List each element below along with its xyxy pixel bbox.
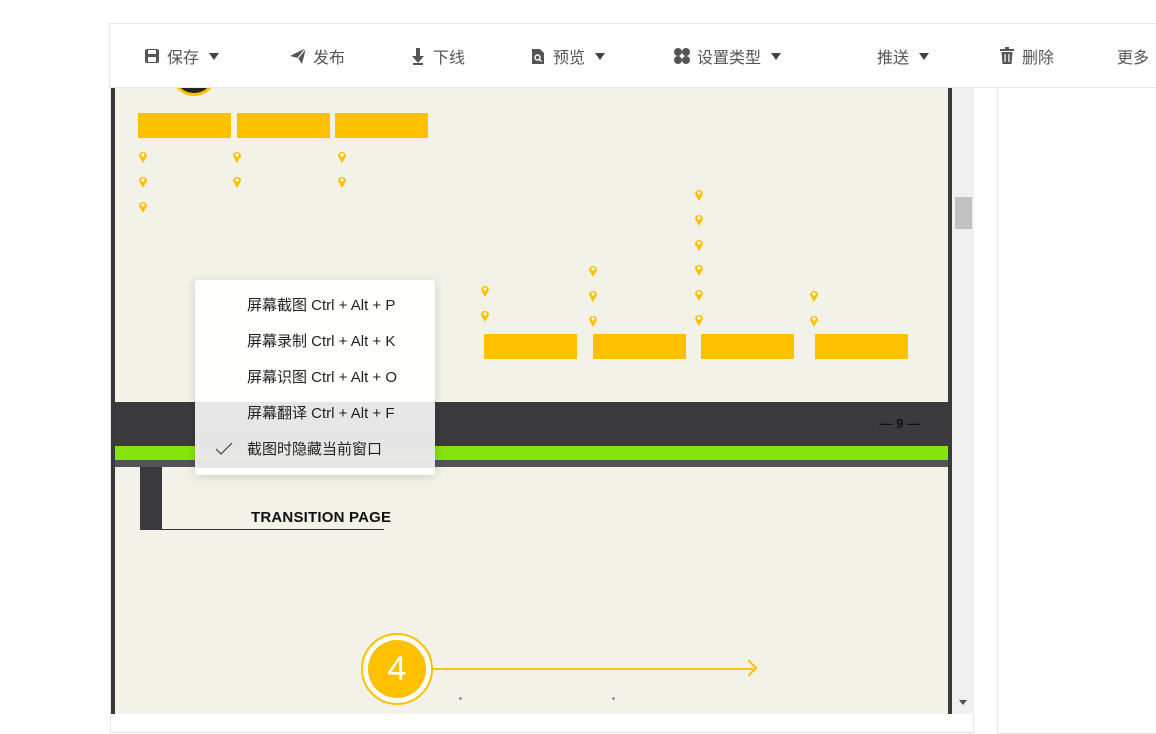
arrow-right-icon: [740, 659, 758, 677]
push-label: 推送: [877, 50, 910, 67]
menu-item-screen-translate[interactable]: 屏幕翻译 Ctrl + Alt + F: [195, 396, 435, 432]
yellow-bar: [335, 113, 428, 138]
trash-icon: [998, 47, 1016, 65]
menu-item-screen-record[interactable]: 屏幕录制 Ctrl + Alt + K: [195, 324, 435, 360]
preview-icon: [529, 47, 547, 65]
transition-page-title: TRANSITION PAGE: [251, 509, 392, 526]
save-button[interactable]: 保存: [143, 24, 220, 88]
editor-toolbar: 保存 发布 下线 预览 设置类型 推送 删除 更多: [109, 23, 1156, 88]
pin-icon: [139, 177, 147, 188]
pin-icon: [695, 215, 703, 226]
yellow-bar: [815, 334, 908, 359]
more-label: 更多: [1117, 50, 1150, 67]
download-arrow-icon: [409, 47, 427, 65]
publish-button[interactable]: 发布: [289, 24, 345, 88]
pin-icon: [810, 316, 818, 327]
screenshot-context-menu: 屏幕截图 Ctrl + Alt + P 屏幕录制 Ctrl + Alt + K …: [195, 280, 435, 475]
pin-icon: [233, 152, 241, 163]
menu-item-label: 屏幕录制 Ctrl + Alt + K: [247, 333, 396, 350]
pin-icon: [338, 177, 346, 188]
menu-item-screenshot[interactable]: 屏幕截图 Ctrl + Alt + P: [195, 288, 435, 324]
yellow-bar: [593, 334, 686, 359]
pin-icon: [139, 202, 147, 213]
pin-icon: [810, 291, 818, 302]
arrow-line: [433, 668, 753, 670]
pin-icon: [139, 152, 147, 163]
pin-icon: [695, 240, 703, 251]
section-number-circle: 4: [361, 633, 433, 705]
menu-item-screen-ocr[interactable]: 屏幕识图 Ctrl + Alt + O: [195, 360, 435, 396]
save-icon: [143, 47, 161, 65]
chevron-down-icon: [595, 52, 606, 60]
title-underline: [162, 529, 384, 530]
set-type-label: 设置类型: [697, 50, 762, 67]
menu-item-label: 屏幕识图 Ctrl + Alt + O: [247, 369, 398, 386]
yellow-bar: [484, 334, 577, 359]
menu-item-hide-window[interactable]: 截图时隐藏当前窗口: [195, 432, 435, 468]
chevron-down-icon: [209, 52, 220, 60]
scroll-down-arrow-icon[interactable]: [959, 700, 967, 705]
decor-dot: [459, 697, 462, 700]
pin-icon: [481, 286, 489, 297]
delete-button[interactable]: 删除: [998, 24, 1054, 88]
menu-item-label: 屏幕翻译 Ctrl + Alt + F: [247, 405, 395, 422]
pin-icon: [233, 177, 241, 188]
pin-icon: [589, 316, 597, 327]
menu-item-label: 截图时隐藏当前窗口: [247, 441, 383, 458]
preview-button[interactable]: 预览: [529, 24, 606, 88]
menu-item-label: 屏幕截图 Ctrl + Alt + P: [247, 297, 396, 314]
more-button[interactable]: 更多: [1117, 24, 1149, 88]
chevron-down-icon: [771, 52, 782, 60]
decorative-circle-top: [171, 88, 217, 96]
pin-icon: [338, 152, 346, 163]
delete-label: 删除: [1022, 50, 1055, 67]
pin-icon: [481, 311, 489, 322]
yellow-bar: [237, 113, 330, 138]
pin-icon: [695, 290, 703, 301]
pin-icon: [589, 291, 597, 302]
pin-icon: [695, 190, 703, 201]
app-root: 保存 发布 下线 预览 设置类型 推送 删除 更多 — 9 — TRANSITI…: [0, 0, 1156, 734]
offline-label: 下线: [433, 50, 466, 67]
set-type-button[interactable]: 设置类型: [673, 24, 782, 88]
send-icon: [289, 47, 307, 65]
page-number: — 9 —: [879, 416, 920, 431]
checkmark-icon: [215, 442, 233, 455]
decor-dot: [612, 697, 615, 700]
yellow-bar: [138, 113, 231, 138]
right-side-panel: [997, 88, 1156, 734]
section-number: 4: [368, 640, 426, 698]
pin-icon: [695, 265, 703, 276]
vertical-scrollbar[interactable]: [952, 88, 974, 714]
publish-label: 发布: [313, 50, 346, 67]
save-label: 保存: [167, 50, 200, 67]
title-accent-bar: [140, 467, 162, 530]
chevron-down-icon: [919, 52, 930, 60]
settings-type-icon: [673, 47, 691, 65]
scrollbar-thumb[interactable]: [955, 197, 972, 229]
pin-icon: [589, 266, 597, 277]
push-button[interactable]: 推送: [877, 24, 930, 88]
preview-label: 预览: [553, 50, 586, 67]
offline-button[interactable]: 下线: [409, 24, 465, 88]
pin-icon: [695, 315, 703, 326]
yellow-bar: [701, 334, 794, 359]
